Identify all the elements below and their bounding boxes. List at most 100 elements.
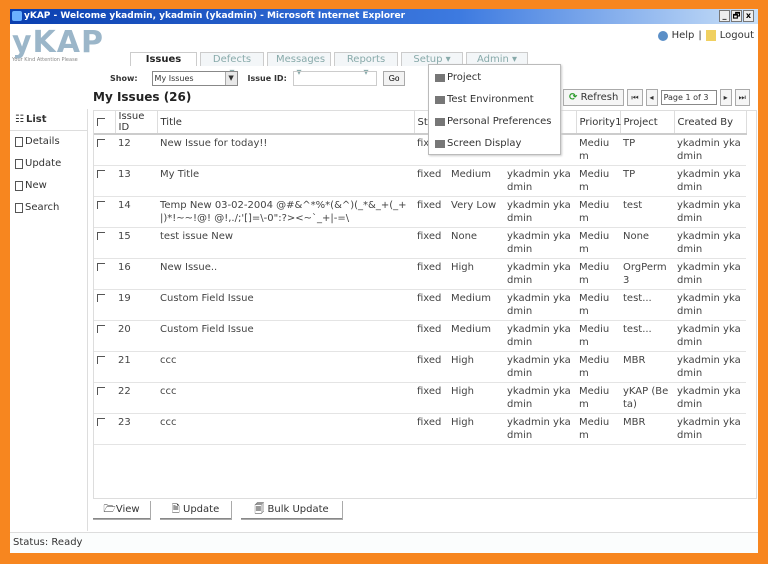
column-header[interactable]: Issue ID [115,111,158,135]
logout-link[interactable]: Logout [720,30,754,41]
table-row[interactable]: 23 ccc fixed High ykadmin ykadmin Medium MBR yk… [94,413,746,445]
close-button[interactable]: x [743,10,754,22]
row-checkbox[interactable] [97,418,105,426]
monitor-icon [435,96,445,104]
cell-priority: High [448,413,504,445]
menu-item-project[interactable]: Project [429,67,560,89]
cell-created: ykadmin ykadmin [674,258,746,290]
row-checkbox[interactable] [97,139,105,147]
issues-table: Issue ID Title St Priority1 Project Created B… [93,110,757,499]
cell-id: 23 [115,413,157,445]
help-link[interactable]: Help [672,30,695,41]
cell-assigned: ykadmin ykadmin [504,413,576,445]
tab-defects[interactable]: Defects ▾ [200,52,264,78]
cell-assigned: ykadmin ykadmin [504,227,576,259]
column-header[interactable]: Created By [674,111,747,135]
row-checkbox[interactable] [97,387,105,395]
cell-project: test [620,196,674,228]
cell-title: My Title [157,165,414,197]
issue-id-input[interactable] [292,70,377,86]
row-checkbox[interactable] [97,356,105,364]
sidebar-item-new[interactable]: New [10,175,87,197]
row-checkbox-cell[interactable] [94,227,115,259]
table-row[interactable]: 20 Custom Field Issue fixed Medium ykadmin y… [94,320,746,352]
cell-assigned: ykadmin ykadmin [504,258,576,290]
select-all-checkbox[interactable] [94,111,116,135]
sidebar-item-list[interactable]: ☷ List [10,109,87,131]
cell-status: fixed [414,351,448,383]
column-header[interactable]: Priority1 [576,111,621,135]
bulk-update-button[interactable]: 🗐 Bulk Update [241,501,343,520]
sidebar-item-details[interactable]: Details [10,131,87,153]
row-checkbox-cell[interactable] [94,165,115,197]
tab-messages[interactable]: Messages ▾ [267,52,331,78]
cell-priority1: Medium [576,196,620,228]
row-checkbox-cell[interactable] [94,382,115,414]
last-page-button[interactable]: ⏭ [734,89,750,106]
first-page-button[interactable]: ⏮ [627,89,643,106]
sidebar-item-update[interactable]: Update [10,153,87,175]
cell-project: TP [620,134,674,166]
cell-id: 12 [115,134,157,166]
view-button[interactable]: 🗁View [93,501,151,520]
tab-issues[interactable]: Issues [130,52,197,66]
row-checkbox-cell[interactable] [94,413,115,445]
row-checkbox[interactable] [97,201,105,209]
table-row[interactable]: 21 ccc fixed High ykadmin ykadmin Medium MBR yk… [94,351,746,383]
project-icon [435,74,445,82]
cell-priority1: Medium [576,382,620,414]
table-row[interactable]: 22 ccc fixed High ykadmin ykadmin Medium yKAP … [94,382,746,414]
cell-created: ykadmin ykadmin [674,351,746,383]
edit-document-icon [15,159,23,169]
edit-icon: 🗎 [171,504,183,515]
row-checkbox[interactable] [97,325,105,333]
browser-window: yKAP - Welcome ykadmin, ykadmin (ykadmin… [10,9,758,553]
update-label: Update [183,504,220,515]
menu-item-personal-preferences[interactable]: Personal Preferences [429,111,560,133]
users-icon [435,118,445,126]
go-button[interactable]: Go [382,70,406,86]
sidebar-item-search[interactable]: Search [10,197,87,219]
cell-priority: High [448,351,504,383]
table-row[interactable]: 14 Temp New 03-02-2004 @#&^*%*(&^)(_*&_+(… [94,196,746,228]
refresh-icon: ⟳ [569,92,578,103]
cell-title: New Issue.. [157,258,414,290]
cell-project: None [620,227,674,259]
next-page-button[interactable]: ▸ [719,89,732,106]
row-checkbox[interactable] [97,232,105,240]
prev-page-button[interactable]: ◂ [645,89,658,106]
row-checkbox[interactable] [97,263,105,271]
row-checkbox-cell[interactable] [94,320,115,352]
row-checkbox[interactable] [97,294,105,302]
row-checkbox-cell[interactable] [94,351,115,383]
row-checkbox[interactable] [97,170,105,178]
table-row[interactable]: 19 Custom Field Issue fixed Medium ykadmin y… [94,289,746,321]
cell-status: fixed [414,196,448,228]
checkbox[interactable] [97,117,105,126]
refresh-button[interactable]: ⟳ Refresh [563,89,625,106]
column-header[interactable]: Title [157,111,415,135]
row-checkbox-cell[interactable] [94,196,115,228]
page-select[interactable]: Page 1 of 3 [660,90,717,105]
column-header[interactable]: Project [620,111,675,135]
table-row[interactable]: 16 New Issue.. fixed High ykadmin ykadmin Med… [94,258,746,290]
minimize-button[interactable]: _ [719,10,730,22]
update-button[interactable]: 🗎 Update [160,501,232,520]
cell-priority: None [448,227,504,259]
tab-reports[interactable]: Reports ▾ [334,52,398,78]
cell-priority1: Medium [576,289,620,321]
table-row[interactable]: 15 test issue New fixed None ykadmin ykadmin… [94,227,746,259]
row-checkbox-cell[interactable] [94,258,115,290]
menu-item-label: Personal Preferences [447,116,552,127]
row-checkbox-cell[interactable] [94,289,115,321]
menu-item-test-environment[interactable]: Test Environment [429,89,560,111]
menu-item-screen-display[interactable]: Screen Display [429,133,560,155]
table-row[interactable]: 12 New Issue for today!! fix Medium TP ykadmi… [94,134,746,166]
sidebar-item-label: Update [25,158,62,169]
restore-button[interactable]: 🗗 [731,10,742,22]
cell-id: 14 [115,196,157,228]
row-checkbox-cell[interactable] [94,134,115,166]
show-select[interactable]: My Issues ▼ [151,70,238,86]
cell-status: fixed [414,382,448,414]
table-row[interactable]: 13 My Title fixed Medium ykadmin ykadmin Medi… [94,165,746,197]
